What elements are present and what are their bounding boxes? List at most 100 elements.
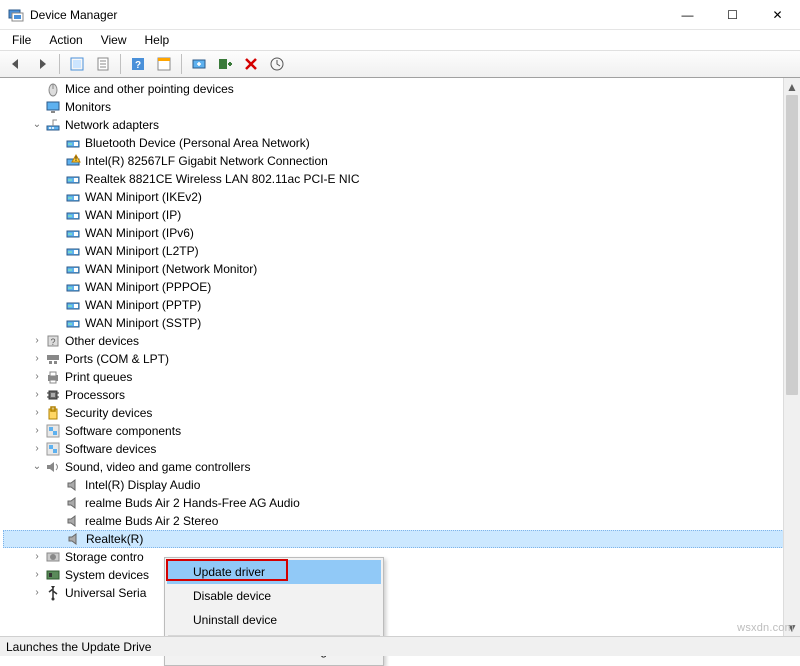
- expand-icon[interactable]: ›: [31, 569, 43, 581]
- system-icon: [45, 567, 61, 583]
- tree-item-label: WAN Miniport (PPPOE): [85, 278, 211, 296]
- tree-item-label: WAN Miniport (Network Monitor): [85, 260, 257, 278]
- device-tree[interactable]: Mice and other pointing devicesMonitors⌄…: [0, 78, 800, 604]
- tree-item[interactable]: realme Buds Air 2 Stereo: [3, 512, 800, 530]
- tree-item[interactable]: ›Software components: [3, 422, 800, 440]
- tree-item[interactable]: Monitors: [3, 98, 800, 116]
- tree-item[interactable]: Bluetooth Device (Personal Area Network): [3, 134, 800, 152]
- details-button[interactable]: [152, 53, 176, 75]
- expand-icon[interactable]: ›: [31, 371, 43, 383]
- nic-icon: [65, 207, 81, 223]
- expand-icon[interactable]: ›: [31, 389, 43, 401]
- nic-icon: [65, 189, 81, 205]
- tree-item[interactable]: WAN Miniport (IKEv2): [3, 188, 800, 206]
- tree-item-label: Processors: [65, 386, 125, 404]
- tree-item-label: Bluetooth Device (Personal Area Network): [85, 134, 310, 152]
- tree-item-label: Storage contro: [65, 548, 144, 566]
- tree-item-label: WAN Miniport (L2TP): [85, 242, 199, 260]
- context-menu-item[interactable]: Uninstall device: [167, 608, 381, 632]
- nic-icon: [65, 135, 81, 151]
- close-button[interactable]: ✕: [755, 0, 800, 29]
- scroll-up-icon[interactable]: ▲: [784, 78, 800, 95]
- expand-placeholder: [51, 191, 63, 203]
- expand-icon[interactable]: ›: [31, 551, 43, 563]
- collapse-icon[interactable]: ⌄: [31, 119, 43, 131]
- tree-item[interactable]: Mice and other pointing devices: [3, 80, 800, 98]
- tree-item[interactable]: › Storage contro: [3, 548, 800, 566]
- monitor-icon: [45, 99, 61, 115]
- tree-item[interactable]: WAN Miniport (IP): [3, 206, 800, 224]
- tree-item[interactable]: realme Buds Air 2 Hands-Free AG Audio: [3, 494, 800, 512]
- expand-placeholder: [51, 245, 63, 257]
- tree-item[interactable]: ⌄Network adapters: [3, 116, 800, 134]
- app-icon: [8, 7, 24, 23]
- usb-icon: [45, 585, 61, 601]
- nic-icon: [65, 279, 81, 295]
- expand-icon[interactable]: ›: [31, 587, 43, 599]
- expand-icon[interactable]: ›: [31, 425, 43, 437]
- expand-placeholder: [51, 137, 63, 149]
- tree-item[interactable]: Realtek(R): [3, 530, 800, 548]
- expand-placeholder: [51, 209, 63, 221]
- expand-placeholder: [51, 479, 63, 491]
- svg-text:!: !: [75, 157, 77, 163]
- expand-icon[interactable]: ›: [31, 353, 43, 365]
- tree-item[interactable]: Realtek 8821CE Wireless LAN 802.11ac PCI…: [3, 170, 800, 188]
- tree-item[interactable]: !Intel(R) 82567LF Gigabit Network Connec…: [3, 152, 800, 170]
- view-options-button[interactable]: [265, 53, 289, 75]
- context-menu-item[interactable]: Update driver: [167, 560, 381, 584]
- context-menu-item[interactable]: Disable device: [167, 584, 381, 608]
- tree-item-label: WAN Miniport (IPv6): [85, 224, 194, 242]
- expand-icon[interactable]: ›: [31, 407, 43, 419]
- properties-button[interactable]: [91, 53, 115, 75]
- back-button[interactable]: [4, 53, 28, 75]
- expand-icon[interactable]: ›: [31, 335, 43, 347]
- menu-action[interactable]: Action: [41, 31, 90, 49]
- tree-item[interactable]: ›Security devices: [3, 404, 800, 422]
- minimize-button[interactable]: —: [665, 0, 710, 29]
- scroll-thumb[interactable]: [786, 95, 798, 395]
- tree-item[interactable]: WAN Miniport (PPPOE): [3, 278, 800, 296]
- tree-item[interactable]: Intel(R) Display Audio: [3, 476, 800, 494]
- help-button[interactable]: ?: [126, 53, 150, 75]
- svg-text:?: ?: [50, 337, 55, 347]
- forward-button[interactable]: [30, 53, 54, 75]
- tree-item[interactable]: › Software devices: [3, 440, 800, 458]
- tree-item[interactable]: › Processors: [3, 386, 800, 404]
- tree-item-label: Ports (COM & LPT): [65, 350, 169, 368]
- tree-item[interactable]: ›Print queues: [3, 368, 800, 386]
- tree-item[interactable]: WAN Miniport (PPTP): [3, 296, 800, 314]
- update-driver-button[interactable]: [187, 53, 211, 75]
- collapse-icon[interactable]: ⌄: [31, 461, 43, 473]
- tree-item[interactable]: › Universal Seria: [3, 584, 800, 602]
- tree-item[interactable]: WAN Miniport (Network Monitor): [3, 260, 800, 278]
- toolbar-separator: [59, 54, 60, 74]
- show-hidden-button[interactable]: [65, 53, 89, 75]
- menu-file[interactable]: File: [4, 31, 39, 49]
- tree-item-label: Universal Seria: [65, 584, 146, 602]
- tree-item-label: Monitors: [65, 98, 111, 116]
- menu-view[interactable]: View: [93, 31, 135, 49]
- menu-help[interactable]: Help: [137, 31, 178, 49]
- scan-hardware-button[interactable]: [213, 53, 237, 75]
- tree-item[interactable]: ›?Other devices: [3, 332, 800, 350]
- expand-placeholder: [51, 155, 63, 167]
- tree-item[interactable]: ›System devices: [3, 566, 800, 584]
- tree-item-label: Realtek 8821CE Wireless LAN 802.11ac PCI…: [85, 170, 360, 188]
- tree-item-label: realme Buds Air 2 Stereo: [85, 512, 218, 530]
- svg-text:?: ?: [135, 60, 141, 71]
- tree-item[interactable]: ⌄Sound, video and game controllers: [3, 458, 800, 476]
- tree-item-label: Software devices: [65, 440, 156, 458]
- sw-icon: [45, 441, 61, 457]
- tree-item[interactable]: WAN Miniport (SSTP): [3, 314, 800, 332]
- tree-item[interactable]: › Ports (COM & LPT): [3, 350, 800, 368]
- mouse-icon: [45, 81, 61, 97]
- expand-icon[interactable]: ›: [31, 443, 43, 455]
- toolbar: ?: [0, 50, 800, 78]
- tree-item[interactable]: WAN Miniport (L2TP): [3, 242, 800, 260]
- uninstall-button[interactable]: [239, 53, 263, 75]
- tree-item[interactable]: WAN Miniport (IPv6): [3, 224, 800, 242]
- maximize-button[interactable]: ☐: [710, 0, 755, 29]
- storage-icon: [45, 549, 61, 565]
- vertical-scrollbar[interactable]: ▲ ▼: [783, 78, 800, 636]
